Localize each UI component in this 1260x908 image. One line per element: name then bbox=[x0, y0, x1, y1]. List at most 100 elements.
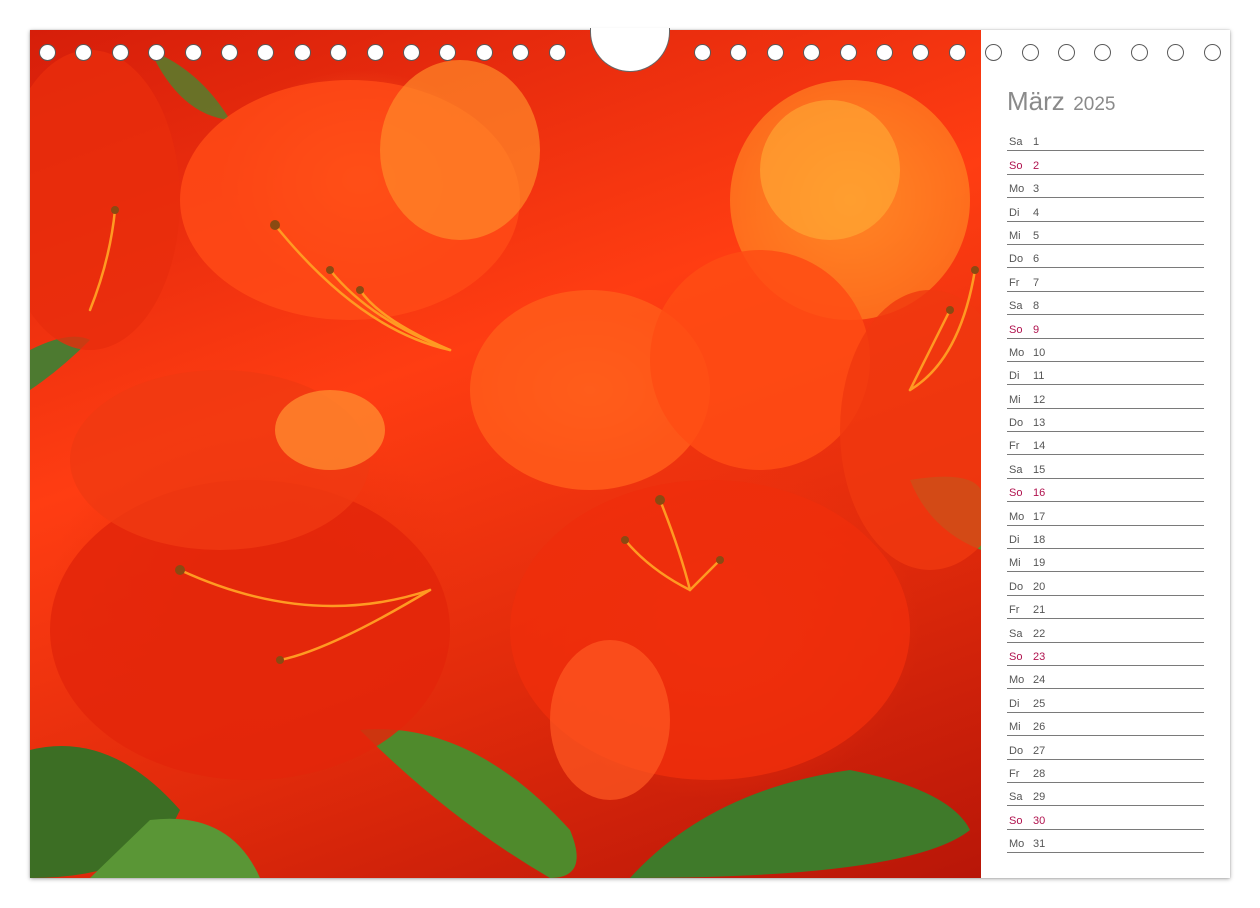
day-number: 31 bbox=[1033, 838, 1046, 851]
day-row: Do 6 bbox=[1007, 245, 1204, 269]
day-row: So 16 bbox=[1007, 479, 1204, 503]
weekday-label: Mi bbox=[1009, 229, 1021, 242]
weekday-label: Do bbox=[1009, 417, 1024, 430]
binding-hole bbox=[512, 44, 530, 61]
weekday-label: Do bbox=[1009, 253, 1024, 266]
weekday-label: Do bbox=[1009, 744, 1024, 757]
binding-hole bbox=[694, 44, 711, 61]
binding-hole bbox=[293, 44, 311, 61]
binding-hole bbox=[148, 44, 166, 61]
day-number: 25 bbox=[1033, 697, 1046, 710]
day-number: 13 bbox=[1033, 417, 1046, 430]
day-number: 9 bbox=[1033, 323, 1040, 336]
binding-hole bbox=[766, 44, 784, 61]
day-row: Mo 24 bbox=[1007, 666, 1204, 690]
day-row: Mi 26 bbox=[1007, 713, 1204, 737]
weekday-label: Di bbox=[1009, 697, 1020, 710]
day-row: Fr 7 bbox=[1007, 268, 1204, 292]
day-row: Mi 12 bbox=[1007, 385, 1204, 409]
weekday-label: Mi bbox=[1009, 557, 1021, 570]
weekday-label: So bbox=[1009, 487, 1023, 500]
weekday-label: Mo bbox=[1009, 346, 1025, 359]
day-number: 4 bbox=[1033, 206, 1040, 219]
weekday-label: Di bbox=[1009, 206, 1020, 219]
binding-hole bbox=[257, 44, 275, 61]
weekday-label: Di bbox=[1009, 370, 1020, 383]
day-number: 23 bbox=[1033, 650, 1046, 663]
day-row: Fr 14 bbox=[1007, 432, 1204, 456]
day-number: 17 bbox=[1033, 510, 1046, 523]
day-number: 19 bbox=[1033, 557, 1046, 570]
day-number: 30 bbox=[1033, 814, 1046, 827]
day-number: 29 bbox=[1033, 791, 1046, 804]
binding-hole bbox=[366, 44, 384, 61]
day-row: So 9 bbox=[1007, 315, 1204, 339]
weekday-label: Sa bbox=[1009, 791, 1023, 804]
day-row: Mi 5 bbox=[1007, 222, 1204, 245]
binding-hole bbox=[330, 44, 348, 61]
day-row: Sa 29 bbox=[1007, 783, 1204, 807]
day-row: Di 4 bbox=[1007, 198, 1204, 222]
day-row: Di 18 bbox=[1007, 526, 1204, 550]
weekday-label: Mo bbox=[1009, 510, 1025, 523]
calendar-page: März 2025 Sa 1 So 2 Mo 3 Di 4 Mi 5 Do 6 Fr 7 Sa 8 So 9 Mo 1… bbox=[30, 28, 1230, 878]
day-row: So 2 bbox=[1007, 151, 1204, 175]
month-name: März bbox=[1007, 86, 1065, 116]
day-row: Do 13 bbox=[1007, 409, 1204, 433]
binding-hole bbox=[912, 44, 930, 61]
binding-hole bbox=[803, 44, 821, 61]
day-number: 7 bbox=[1033, 276, 1040, 289]
weekday-label: Mi bbox=[1009, 721, 1021, 734]
day-number: 12 bbox=[1033, 393, 1046, 406]
day-number: 2 bbox=[1033, 159, 1040, 172]
binding-hole bbox=[439, 44, 457, 61]
day-row: Sa 1 bbox=[1007, 128, 1204, 152]
binding-hole bbox=[730, 44, 748, 61]
weekday-label: Mo bbox=[1009, 183, 1025, 196]
day-number: 26 bbox=[1033, 721, 1046, 734]
day-row: Sa 8 bbox=[1007, 292, 1204, 316]
day-row: Fr 21 bbox=[1007, 596, 1204, 620]
day-number: 18 bbox=[1033, 534, 1046, 547]
weekday-label: So bbox=[1009, 814, 1023, 827]
day-row: Mo 31 bbox=[1007, 830, 1204, 854]
day-row: Mo 17 bbox=[1007, 502, 1204, 526]
day-row: Sa 22 bbox=[1007, 619, 1204, 643]
weekday-label: Mo bbox=[1009, 674, 1025, 687]
binding-hole bbox=[184, 44, 202, 61]
binding-hole bbox=[75, 44, 93, 61]
day-number: 5 bbox=[1033, 229, 1040, 242]
weekday-label: Fr bbox=[1009, 276, 1020, 289]
day-list: Sa 1 So 2 Mo 3 Di 4 Mi 5 Do 6 Fr 7 Sa 8 So 9 Mo 10 Di 11 Mi 12 D… bbox=[1007, 128, 1204, 854]
weekday-label: Mi bbox=[1009, 393, 1021, 406]
binding-hole bbox=[39, 44, 56, 61]
year-label: 2025 bbox=[1073, 94, 1116, 115]
binding-hole bbox=[111, 44, 129, 61]
weekday-label: Sa bbox=[1009, 136, 1023, 149]
day-row: Sa 15 bbox=[1007, 455, 1204, 479]
weekday-label: Sa bbox=[1009, 463, 1023, 476]
weekday-label: Fr bbox=[1009, 440, 1020, 453]
binding-hole bbox=[548, 44, 566, 61]
binding-hole bbox=[876, 44, 893, 61]
day-number: 11 bbox=[1033, 370, 1045, 383]
day-number: 1 bbox=[1033, 136, 1040, 149]
day-number: 15 bbox=[1033, 463, 1046, 476]
day-row: Fr 28 bbox=[1007, 760, 1204, 783]
day-row: Di 11 bbox=[1007, 362, 1204, 386]
day-row: Do 27 bbox=[1007, 736, 1204, 760]
weekday-label: Sa bbox=[1009, 300, 1023, 313]
binding-hole bbox=[839, 44, 857, 61]
day-row: So 23 bbox=[1007, 643, 1204, 666]
weekday-label: Fr bbox=[1009, 767, 1020, 780]
binding-hole bbox=[221, 44, 238, 61]
binding-hole bbox=[475, 44, 493, 61]
month-title: März 2025 bbox=[1007, 86, 1116, 117]
weekday-label: Mo bbox=[1009, 838, 1025, 851]
day-number: 20 bbox=[1033, 580, 1046, 593]
day-number: 22 bbox=[1033, 627, 1046, 640]
calendar-panel: März 2025 Sa 1 So 2 Mo 3 Di 4 Mi 5 Do 6 Fr 7 Sa 8 So 9 Mo 1… bbox=[981, 30, 1230, 878]
day-row: Mo 10 bbox=[1007, 339, 1204, 362]
day-number: 14 bbox=[1033, 440, 1046, 453]
weekday-label: So bbox=[1009, 159, 1023, 172]
